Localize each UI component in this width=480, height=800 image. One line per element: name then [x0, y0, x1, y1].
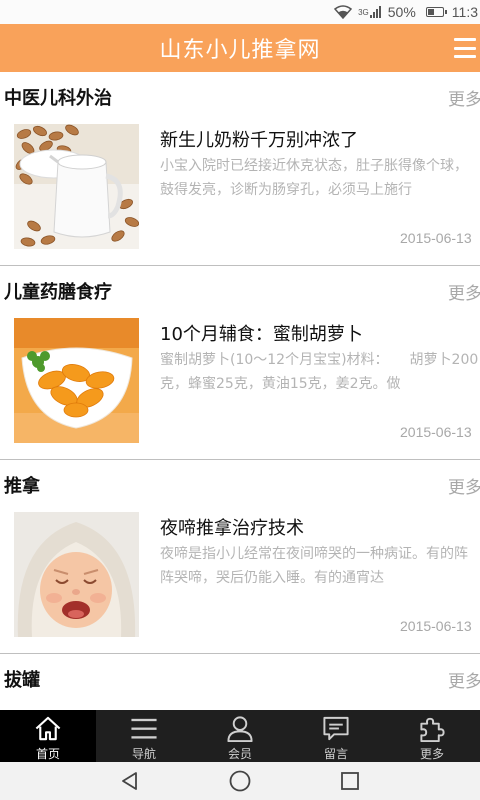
section-child-diet-therapy: 儿童药膳食疗 更多 10个月辅食：蜜制胡萝卜 蜜制胡萝卜(10～12个月宝宝)材…	[0, 266, 480, 460]
article-item[interactable]: 夜啼推拿治疗技术 夜啼是指小儿经常在夜间啼哭的一种病证。有的阵阵哭啼，哭后仍能入…	[0, 506, 480, 654]
recents-icon[interactable]	[295, 762, 405, 800]
tab-label: 导航	[131, 747, 156, 761]
home-icon	[35, 716, 61, 741]
tab-message[interactable]: 留言	[288, 710, 384, 762]
status-bar: 3G 50% 11:3	[0, 0, 480, 24]
section-header: 拔罐 更多	[0, 654, 480, 700]
bottom-tab-bar: 首页 导航 会员 留言 更多	[0, 710, 480, 762]
article-thumbnail	[14, 512, 139, 637]
home-circle-icon[interactable]	[185, 762, 295, 800]
section-title: 推拿	[4, 476, 40, 497]
list-icon	[131, 718, 157, 739]
article-title: 新生儿奶粉千万别冲浓了	[160, 130, 358, 151]
more-link[interactable]: 更多	[448, 279, 480, 304]
tab-label: 留言	[323, 747, 348, 761]
more-link[interactable]: 更多	[448, 85, 480, 110]
battery-icon	[422, 7, 447, 17]
article-date: 2015-06-13	[400, 230, 472, 246]
back-icon[interactable]	[75, 762, 185, 800]
hamburger-menu-icon[interactable]	[454, 38, 476, 58]
wifi-icon	[334, 5, 353, 19]
more-link[interactable]: 更多	[448, 667, 480, 692]
network-type: 3G	[358, 7, 369, 17]
article-summary: 蜜制胡萝卜(10～12个月宝宝)材料： 胡萝卜200克，蜂蜜25克，黄油15克，…	[160, 352, 479, 392]
more-link[interactable]: 更多	[448, 473, 480, 498]
article-thumbnail	[14, 124, 139, 249]
page-title: 山东小儿推拿网	[159, 38, 321, 63]
tab-label: 首页	[35, 747, 60, 761]
article-title: 夜啼推拿治疗技术	[160, 518, 304, 539]
tab-more[interactable]: 更多	[384, 710, 480, 762]
puzzle-icon	[420, 717, 445, 743]
tab-label: 更多	[419, 747, 444, 761]
section-title: 中医儿科外治	[4, 88, 112, 109]
section-tcm-pediatric-external: 中医儿科外治 更多 新生儿奶粉千万别冲浓了 小宝入院时已经接近休克状态，肚子胀得…	[0, 72, 480, 266]
article-summary: 夜啼是指小儿经常在夜间啼哭的一种病证。有的阵阵哭啼，哭后仍能入睡。有的通宵达	[160, 546, 468, 586]
message-icon	[323, 716, 349, 741]
tab-home[interactable]: 首页	[0, 710, 96, 762]
section-header: 中医儿科外治 更多	[0, 72, 480, 118]
article-date: 2015-06-13	[400, 618, 472, 634]
section-massage: 推拿 更多 夜啼推拿治疗技术 夜啼是指小儿经常在夜间啼哭的一种病证。有的阵阵哭啼…	[0, 460, 480, 654]
user-icon	[227, 716, 253, 743]
section-header: 儿童药膳食疗 更多	[0, 266, 480, 312]
section-header: 推拿 更多	[0, 460, 480, 506]
article-item[interactable]: 新生儿奶粉千万别冲浓了 小宝入院时已经接近休克状态，肚子胀得像个球，鼓得发亮，诊…	[0, 118, 480, 266]
tab-label: 会员	[227, 747, 252, 761]
section-title: 儿童药膳食疗	[4, 282, 112, 303]
content-list: 中医儿科外治 更多 新生儿奶粉千万别冲浓了 小宝入院时已经接近休克状态，肚子胀得…	[0, 72, 480, 710]
article-thumbnail	[14, 318, 139, 443]
article-item[interactable]: 10个月辅食：蜜制胡萝卜 蜜制胡萝卜(10～12个月宝宝)材料： 胡萝卜200克…	[0, 312, 480, 460]
section-cupping: 拔罐 更多	[0, 654, 480, 710]
tab-navigation[interactable]: 导航	[96, 710, 192, 762]
tab-member[interactable]: 会员	[192, 710, 288, 762]
signal-icon: 3G	[358, 6, 382, 18]
system-nav-bar	[0, 762, 480, 800]
article-summary: 小宝入院时已经接近休克状态，肚子胀得像个球，鼓得发亮，诊断为肠穿孔，必须马上施行	[160, 158, 468, 198]
app-header: 山东小儿推拿网	[0, 24, 480, 72]
battery-percent: 50%	[387, 4, 416, 20]
article-date: 2015-06-13	[400, 424, 472, 440]
section-title: 拔罐	[4, 670, 40, 691]
article-title: 10个月辅食：蜜制胡萝卜	[160, 324, 363, 345]
app-screen: 3G 50% 11:3 山东小儿推拿网 中医儿科外治 更多 新生儿奶粉千万别冲浓…	[0, 0, 480, 800]
clock: 11:3	[451, 4, 478, 20]
